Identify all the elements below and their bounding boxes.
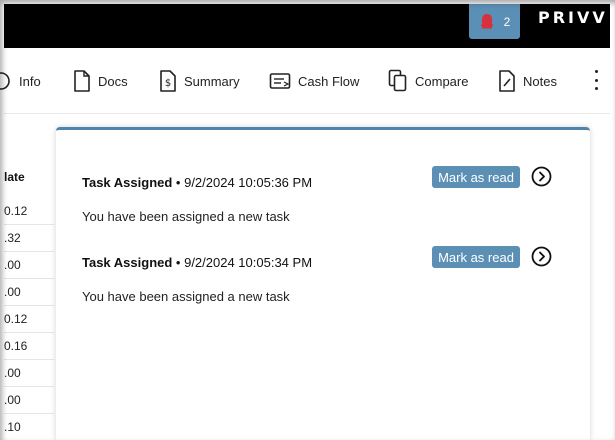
table-cell: 0.12 [4,306,54,333]
table-cell: .10 [4,414,54,436]
table-cell: .00 [4,387,54,414]
bell-icon [479,13,495,30]
dollar-document-icon: $ [159,69,177,93]
brand-logo[interactable]: PRIVV [538,8,610,27]
chevron-right-icon[interactable] [531,166,552,187]
tab-summary-label: Summary [184,73,240,89]
notifications-panel: Task Assigned • 9/2/2024 10:05:36 PM You… [56,127,590,440]
cash-flow-icon [269,72,291,90]
tab-cash-flow[interactable]: Cash Flow [269,67,359,95]
copy-icon [388,69,408,93]
separator: • [172,255,185,270]
mark-as-read-button[interactable]: Mark as read [432,246,520,268]
notification-header: Task Assigned • 9/2/2024 10:05:36 PM [82,175,312,190]
tab-compare-label: Compare [415,73,469,89]
notification-count-badge: 2 [503,14,511,29]
info-icon [0,71,12,91]
edit-note-icon [498,69,516,93]
mark-as-read-button[interactable]: Mark as read [432,166,520,188]
notifications-button[interactable]: 2 [469,4,520,39]
data-table: late 0.12 .32 .00 .00 0.12 0.16 .00 .00 … [4,114,54,436]
toolbar: Info Docs $ Summary Cash Flow Compare No… [0,48,610,114]
table-cell: .00 [4,252,54,279]
tab-info[interactable]: Info [0,67,41,95]
notification-message: You have been assigned a new task [82,289,290,304]
tab-docs-label: Docs [98,73,128,89]
svg-text:$: $ [165,78,171,89]
app-window: 2 PRIVV Info Docs $ Summary Cash Flow Co… [0,0,615,440]
table-cell: 0.12 [4,198,54,225]
notification-title: Task Assigned [82,175,173,190]
tab-info-label: Info [19,73,41,89]
kebab-menu-icon[interactable] [593,70,599,90]
tab-compare[interactable]: Compare [388,67,468,95]
tab-cash-flow-label: Cash Flow [298,73,360,89]
table-cell: .00 [4,279,54,306]
table-cell: .32 [4,225,54,252]
notification-header: Task Assigned • 9/2/2024 10:05:34 PM [82,255,312,270]
separator: • [172,175,185,190]
tab-notes[interactable]: Notes [498,67,557,95]
column-header: late [4,170,25,184]
tab-notes-label: Notes [523,73,557,89]
tab-summary[interactable]: $ Summary [159,67,240,95]
notification-timestamp: 9/2/2024 10:05:34 PM [184,255,313,270]
notification-title: Task Assigned [82,255,173,270]
document-icon [73,69,91,93]
chevron-right-icon[interactable] [531,246,552,267]
notification-timestamp: 9/2/2024 10:05:36 PM [184,175,313,190]
table-cell: 0.16 [4,333,54,360]
tab-docs[interactable]: Docs [73,67,128,95]
table-cell: .00 [4,360,54,387]
notification-message: You have been assigned a new task [82,209,290,224]
